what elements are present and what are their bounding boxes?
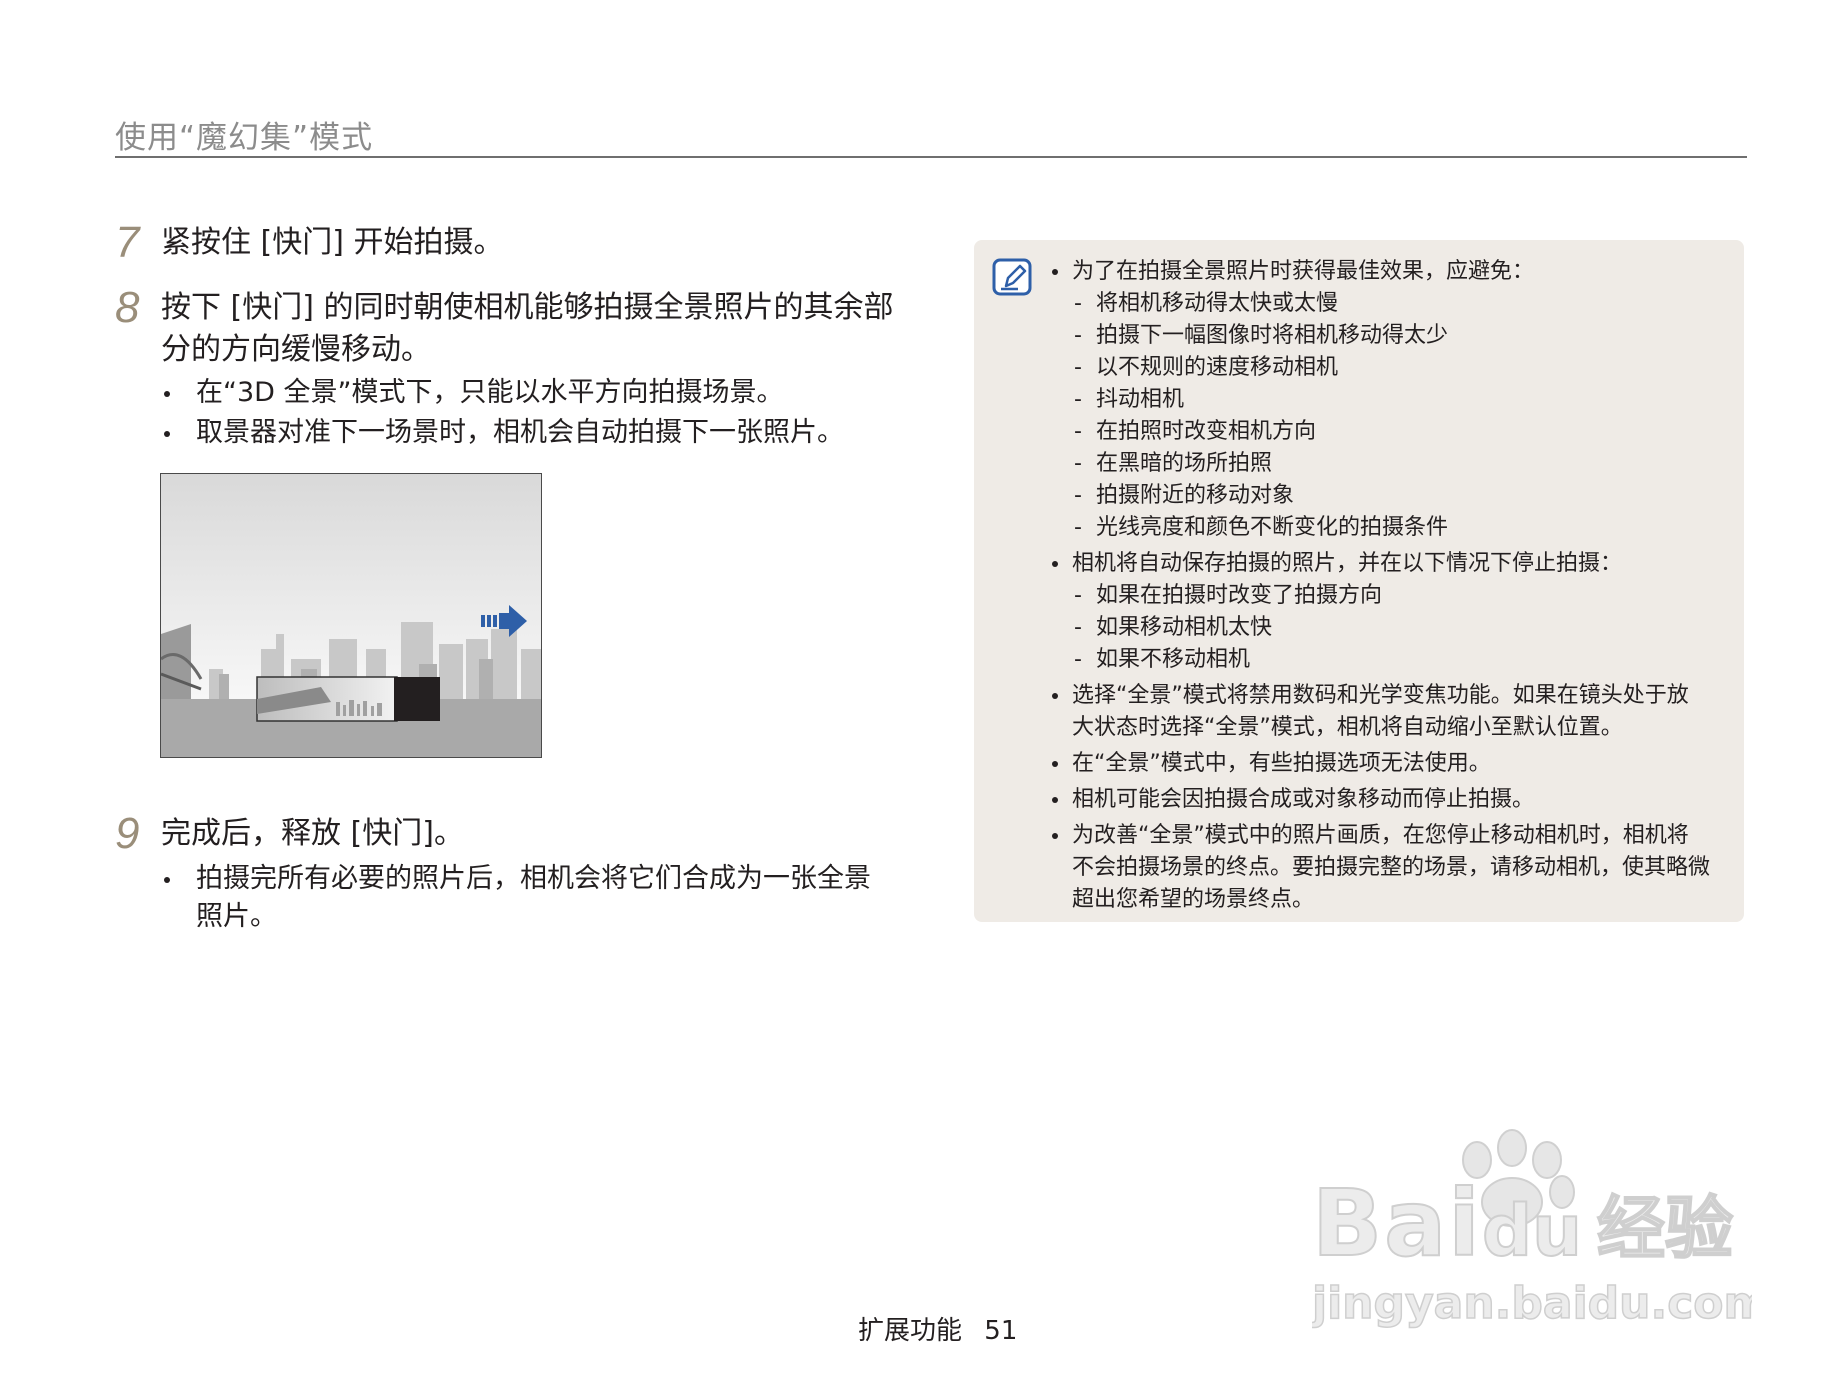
bullet-line: 拍摄完所有必要的照片后，相机会将它们合成为一张全景	[196, 863, 871, 894]
note-subitem: 光线亮度和颜色不断变化的拍摄条件	[1050, 512, 1730, 544]
bullet-item: 取景器对准下一场景时，相机会自动拍摄下一张照片。	[160, 414, 900, 452]
page-number: 51	[984, 1316, 1018, 1346]
note-item: 为改善“全景”模式中的照片画质，在您停止移动相机时，相机将 不会拍摄场景的终点。…	[1050, 820, 1730, 916]
note-subitem: 在拍照时改变相机方向	[1050, 416, 1730, 448]
note-subitem: 将相机移动得太快或太慢	[1050, 288, 1730, 320]
step-7: 7 紧按住 [快门] 开始拍摄。	[115, 218, 895, 267]
step-text-line: 按下 [快门] 的同时朝使相机能够拍摄全景照片的其余部	[161, 290, 894, 325]
note-item: 选择“全景”模式将禁用数码和光学变焦功能。如果在镜头处于放 大状态时选择“全景”…	[1050, 680, 1730, 744]
svg-text:经验: 经验	[1597, 1190, 1733, 1269]
svg-text:jingyan.baidu.com: jingyan.baidu.com	[1312, 1278, 1752, 1329]
step-8-bullets: 在“3D 全景”模式下，只能以水平方向拍摄场景。 取景器对准下一场景时，相机会自…	[160, 374, 900, 454]
note-line: 不会拍摄场景的终点。要拍摄完整的场景，请移动相机，使其略微	[1072, 855, 1711, 880]
step-number: 9	[115, 809, 140, 858]
bullet-line: 照片。	[196, 901, 277, 932]
note-line: 为改善“全景”模式中的照片画质，在您停止移动相机时，相机将	[1072, 823, 1689, 848]
note-line: 选择“全景”模式将禁用数码和光学变焦功能。如果在镜头处于放	[1072, 683, 1689, 708]
step-8: 8 按下 [快门] 的同时朝使相机能够拍摄全景照片的其余部 分的方向缓慢移动。	[115, 283, 895, 377]
step-number: 7	[115, 218, 140, 267]
note-subitem: 如果不移动相机	[1050, 644, 1730, 676]
step-9-bullets: 拍摄完所有必要的照片后，相机会将它们合成为一张全景 照片。	[160, 860, 900, 938]
note-subitem: 如果在拍摄时改变了拍摄方向	[1050, 580, 1730, 612]
footer-section-label: 扩展功能	[858, 1316, 963, 1346]
note-subitem: 拍摄下一幅图像时将相机移动得太少	[1050, 320, 1730, 352]
step-number: 8	[115, 283, 140, 332]
note-panel: 为了在拍摄全景照片时获得最佳效果，应避免： 将相机移动得太快或太慢 拍摄下一幅图…	[974, 240, 1744, 922]
note-subitem: 抖动相机	[1050, 384, 1730, 416]
bullet-item: 拍摄完所有必要的照片后，相机会将它们合成为一张全景 照片。	[160, 860, 900, 936]
step-text: 紧按住 [快门] 开始拍摄。	[161, 225, 504, 260]
bullet-item: 在“3D 全景”模式下，只能以水平方向拍摄场景。	[160, 374, 900, 412]
header-divider	[115, 156, 1747, 158]
note-list: 为了在拍摄全景照片时获得最佳效果，应避免： 将相机移动得太快或太慢 拍摄下一幅图…	[1050, 252, 1730, 916]
baidu-jingyan-watermark: Bai du 经验 jingyan.baidu.com	[1312, 1129, 1752, 1330]
note-item: 相机可能会因拍摄合成或对象移动而停止拍摄。	[1050, 784, 1730, 816]
step-text-line: 分的方向缓慢移动。	[161, 332, 431, 367]
city-panorama-image	[161, 474, 541, 757]
note-item: 在“全景”模式中，有些拍摄选项无法使用。	[1050, 748, 1730, 780]
panorama-illustration	[160, 473, 542, 758]
note-line: 超出您希望的场景终点。	[1072, 887, 1315, 912]
note-item: 为了在拍摄全景照片时获得最佳效果，应避免：	[1050, 256, 1730, 288]
svg-text:Bai: Bai	[1312, 1170, 1482, 1277]
note-subitem: 如果移动相机太快	[1050, 612, 1730, 644]
note-subitem: 拍摄附近的移动对象	[1050, 480, 1730, 512]
note-subitem: 以不规则的速度移动相机	[1050, 352, 1730, 384]
note-pencil-icon	[992, 258, 1032, 296]
note-item: 相机将自动保存拍摄的照片，并在以下情况下停止拍摄：	[1050, 548, 1730, 580]
svg-text:du: du	[1482, 1190, 1582, 1272]
step-text: 完成后，释放 [快门]。	[161, 816, 464, 851]
note-line: 大状态时选择“全景”模式，相机将自动缩小至默认位置。	[1072, 715, 1623, 740]
note-subitem: 在黑暗的场所拍照	[1050, 448, 1730, 480]
step-9: 9 完成后，释放 [快门]。	[115, 809, 895, 858]
page-footer: 扩展功能 51	[858, 1310, 1017, 1347]
page-title: 使用“魔幻集”模式	[115, 120, 374, 156]
